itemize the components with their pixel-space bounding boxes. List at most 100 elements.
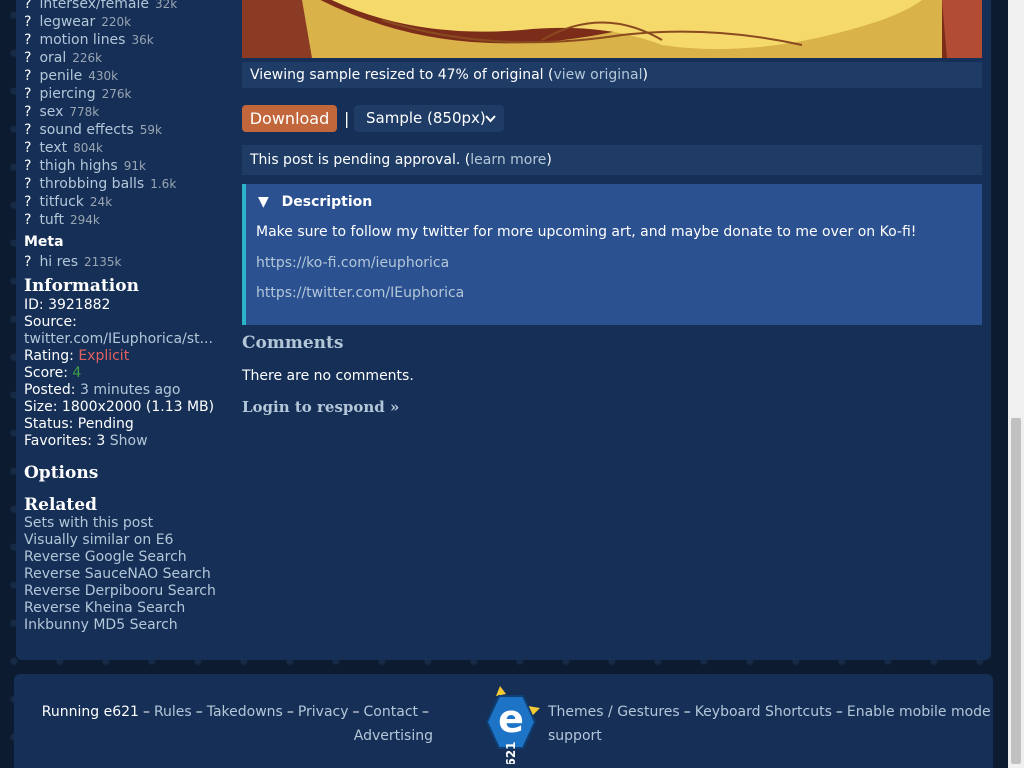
source-link[interactable]: twitter.com/IEuphorica/st... xyxy=(24,331,213,347)
tag-item[interactable]: ? legwear 220k xyxy=(24,13,229,31)
tag-name[interactable]: hi res xyxy=(39,254,78,270)
rating-label: Rating: xyxy=(24,348,79,364)
contact-link[interactable]: Contact xyxy=(364,704,418,720)
related-link-google[interactable]: Reverse Google Search xyxy=(24,549,229,566)
tag-name[interactable]: throbbing balls xyxy=(39,176,144,192)
post-id: ID: 3921882 xyxy=(24,297,111,313)
favorites-count: Favorites: 3 xyxy=(24,433,110,449)
footer: Running e621– Rules – Takedowns – Privacy – Con… xyxy=(14,674,993,768)
rating-value[interactable]: Explicit xyxy=(78,348,129,364)
login-to-respond-link[interactable]: Login to respond » xyxy=(242,398,399,416)
scrollbar-thumb[interactable] xyxy=(1011,418,1021,764)
tag-wiki-link[interactable]: ? xyxy=(24,104,31,120)
enable-mobile-mode-link[interactable]: Enable mobile mode xyxy=(847,704,991,720)
separator: | xyxy=(344,109,350,128)
footer-left-links: Running e621– Rules – Takedowns – Privacy – Con… xyxy=(42,700,433,748)
tag-item[interactable]: ? hi res 2135k xyxy=(24,253,229,271)
related-link-inkbunny[interactable]: Inkbunny MD5 Search xyxy=(24,617,229,634)
dash: – xyxy=(286,704,294,720)
tag-name[interactable]: text xyxy=(39,140,67,156)
sample-size-select[interactable]: Sample (850px) xyxy=(354,105,504,132)
related-link-derpibooru[interactable]: Reverse Derpibooru Search xyxy=(24,583,229,600)
post-image[interactable] xyxy=(242,0,982,58)
tag-wiki-link[interactable]: ? xyxy=(24,50,31,66)
description-box: ▼ Description Make sure to follow my twi… xyxy=(242,184,982,325)
tag-count: 430k xyxy=(88,69,119,83)
tag-wiki-link[interactable]: ? xyxy=(24,212,31,228)
rules-link[interactable]: Rules xyxy=(154,704,192,720)
options-heading[interactable]: Options xyxy=(24,462,229,484)
pending-close-paren: ) xyxy=(546,152,552,168)
description-text: Make sure to follow my twitter for more … xyxy=(256,224,917,240)
e621-logo[interactable]: e 621 xyxy=(466,682,548,767)
resize-notice: Viewing sample resized to 47% of origina… xyxy=(242,62,982,88)
tag-name[interactable]: piercing xyxy=(39,86,95,102)
twitter-link[interactable]: https://twitter.com/IEuphorica xyxy=(256,285,464,301)
related-link-saucenao[interactable]: Reverse SauceNAO Search xyxy=(24,566,229,583)
tag-item[interactable]: ? thigh highs 91k xyxy=(24,157,229,175)
tag-name[interactable]: titfuck xyxy=(39,194,83,210)
tag-name[interactable]: intersex/female xyxy=(39,0,149,12)
show-favorites-link[interactable]: Show xyxy=(110,433,148,449)
tag-wiki-link[interactable]: ? xyxy=(24,86,31,102)
description-toggle[interactable]: ▼ Description xyxy=(258,194,372,210)
download-button[interactable]: Download xyxy=(242,105,337,132)
view-original-link[interactable]: view original xyxy=(553,67,642,83)
dash: – xyxy=(352,704,360,720)
learn-more-link[interactable]: learn more xyxy=(470,152,546,168)
tag-wiki-link[interactable]: ? xyxy=(24,158,31,174)
information-heading: Information xyxy=(24,276,139,296)
tag-wiki-link[interactable]: ? xyxy=(24,194,31,210)
logo-number: 621 xyxy=(504,741,518,764)
tag-item[interactable]: ? text 804k xyxy=(24,139,229,157)
advertising-link[interactable]: Advertising xyxy=(354,728,433,744)
tag-name[interactable]: thigh highs xyxy=(39,158,117,174)
tag-name[interactable]: legwear xyxy=(39,14,95,30)
tag-wiki-link[interactable]: ? xyxy=(24,68,31,84)
themes-link[interactable]: Themes / Gestures xyxy=(548,704,680,720)
post-status: Status: Pending xyxy=(24,416,134,432)
tag-wiki-link[interactable]: ? xyxy=(24,254,31,270)
tag-item[interactable]: ? intersex/female 32k xyxy=(24,0,229,13)
tag-item[interactable]: ? penile 430k xyxy=(24,67,229,85)
tag-item[interactable]: ? motion lines 36k xyxy=(24,31,229,49)
tag-item[interactable]: ? throbbing balls 1.6k xyxy=(24,175,229,193)
tag-count: 2135k xyxy=(84,255,122,269)
scrollbar[interactable] xyxy=(1008,0,1024,768)
tag-item[interactable]: ? sex 778k xyxy=(24,103,229,121)
privacy-link[interactable]: Privacy xyxy=(298,704,349,720)
tag-count: 91k xyxy=(123,159,146,173)
sidebar: ? intersex/female 32k ? legwear 220k ? motion… xyxy=(24,0,229,634)
description-heading: Description xyxy=(281,194,373,210)
related-link-sets[interactable]: Sets with this post xyxy=(24,515,229,532)
tag-count: 36k xyxy=(131,33,154,47)
keyboard-shortcuts-link[interactable]: Keyboard Shortcuts xyxy=(695,704,832,720)
tag-item[interactable]: ? tuft 294k xyxy=(24,211,229,229)
tag-wiki-link[interactable]: ? xyxy=(24,176,31,192)
tag-wiki-link[interactable]: ? xyxy=(24,14,31,30)
tag-item[interactable]: ? oral 226k xyxy=(24,49,229,67)
tag-item[interactable]: ? sound effects 59k xyxy=(24,121,229,139)
tag-wiki-link[interactable]: ? xyxy=(24,0,31,12)
support-link[interactable]: support xyxy=(548,728,602,744)
tag-name[interactable]: sex xyxy=(39,104,63,120)
tag-count: 804k xyxy=(73,141,103,155)
tag-name[interactable]: motion lines xyxy=(39,32,125,48)
related-link-kheina[interactable]: Reverse Kheina Search xyxy=(24,600,229,617)
takedowns-link[interactable]: Takedowns xyxy=(207,704,283,720)
tag-item[interactable]: ? piercing 276k xyxy=(24,85,229,103)
information-section: ID: 3921882 Source: twitter.com/IEuphori… xyxy=(24,297,229,450)
tag-name[interactable]: tuft xyxy=(39,212,64,228)
tag-name[interactable]: penile xyxy=(39,68,82,84)
running-e621: Running e621 xyxy=(41,704,139,720)
tag-item[interactable]: ? titfuck 24k xyxy=(24,193,229,211)
tag-wiki-link[interactable]: ? xyxy=(24,140,31,156)
kofi-link[interactable]: https://ko-fi.com/ieuphorica xyxy=(256,255,449,271)
posted-time[interactable]: 3 minutes ago xyxy=(80,382,181,398)
tag-name[interactable]: sound effects xyxy=(39,122,133,138)
related-link-similar[interactable]: Visually similar on E6 xyxy=(24,532,229,549)
tag-wiki-link[interactable]: ? xyxy=(24,32,31,48)
tag-wiki-link[interactable]: ? xyxy=(24,122,31,138)
chevron-down-icon xyxy=(485,105,496,142)
tag-name[interactable]: oral xyxy=(39,50,66,66)
